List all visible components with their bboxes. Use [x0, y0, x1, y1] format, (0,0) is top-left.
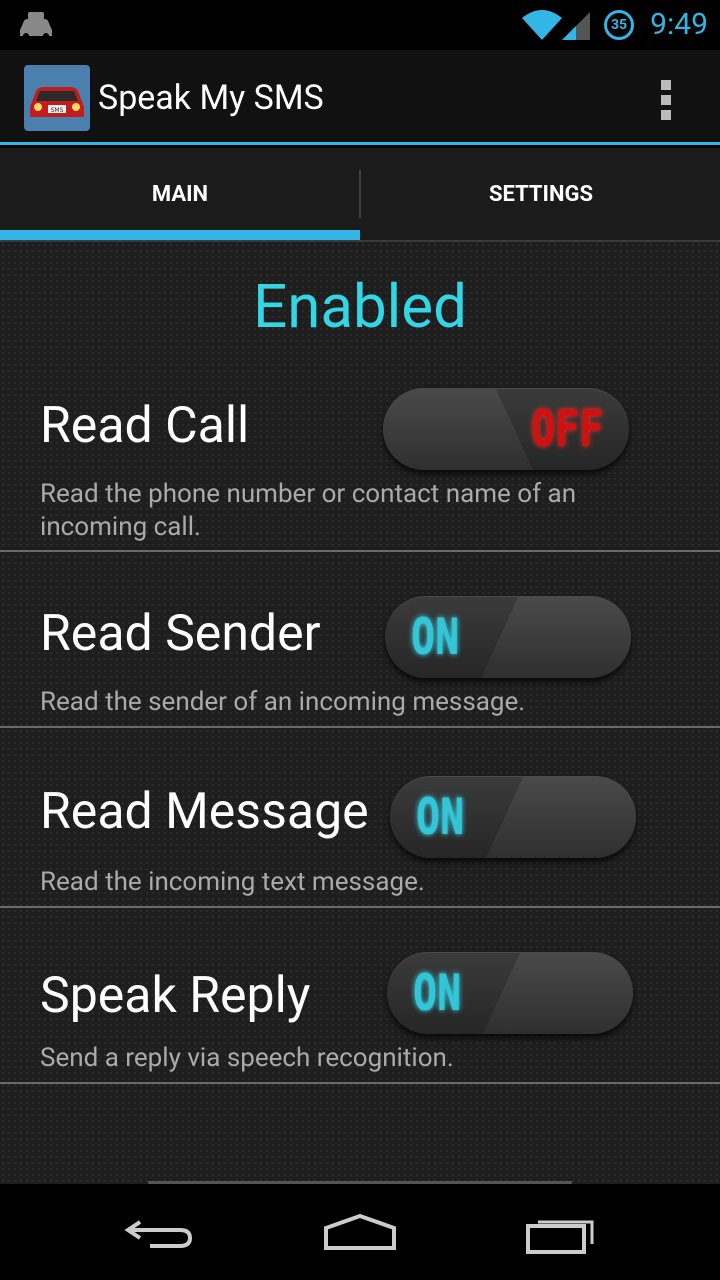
pref-read-message: Read Message ON Read the incoming text m… — [0, 728, 720, 908]
pref-title: Read Message — [40, 783, 369, 841]
clock: 9:49 — [650, 7, 708, 42]
read-message-toggle[interactable]: ON — [390, 776, 636, 858]
svg-text:SMS: SMS — [51, 107, 64, 114]
tab-main[interactable]: MAIN — [0, 148, 360, 240]
pref-speak-reply: Speak Reply ON Send a reply via speech r… — [0, 908, 720, 1084]
pref-description: Read the sender of an incoming message. — [40, 687, 526, 717]
recents-icon[interactable] — [520, 1208, 600, 1256]
pref-description: Read the phone number or contact name of… — [40, 479, 577, 542]
status-bar: 35 9:49 — [0, 0, 720, 50]
read-call-toggle[interactable]: OFF — [383, 388, 629, 470]
car-sms-app-icon[interactable]: SMS — [24, 65, 90, 131]
app-title: Speak My SMS — [98, 78, 324, 118]
toggle-knob — [486, 776, 636, 858]
pref-title: Read Sender — [40, 605, 321, 663]
toggle-knob — [483, 952, 633, 1034]
signal-icon — [562, 12, 590, 40]
tab-settings[interactable]: SETTINGS — [361, 148, 720, 240]
speak-reply-toggle[interactable]: ON — [387, 952, 633, 1034]
toggle-knob — [383, 388, 533, 470]
back-icon[interactable] — [120, 1208, 200, 1256]
pref-title: Speak Reply — [40, 967, 311, 1025]
pref-title: Read Call — [40, 397, 250, 455]
wifi-icon — [522, 10, 562, 40]
toggle-label: OFF — [530, 400, 603, 458]
pref-description: Read the incoming text message. — [40, 867, 425, 897]
tab-bar: MAIN SETTINGS — [0, 148, 720, 242]
home-icon[interactable] — [320, 1208, 400, 1256]
pref-read-sender: Read Sender ON Read the sender of an inc… — [0, 552, 720, 728]
tab-selected-indicator — [0, 230, 360, 240]
toggle-label: ON — [413, 964, 462, 1022]
toggle-label: ON — [416, 788, 465, 846]
battery-level: 35 — [610, 17, 628, 33]
pref-read-call: Read Call OFF Read the phone number or c… — [0, 384, 720, 552]
car-sms-notification-icon — [20, 12, 52, 39]
toggle-label: ON — [411, 608, 460, 666]
navigation-bar — [0, 1184, 720, 1280]
overflow-menu-icon[interactable] — [652, 78, 680, 122]
pref-description: Send a reply via speech recognition. — [40, 1043, 454, 1073]
battery-icon: 35 — [604, 10, 634, 40]
read-sender-toggle[interactable]: ON — [385, 596, 631, 678]
main-content: Enabled Read Call OFF Read the phone num… — [0, 242, 720, 1184]
action-bar: SMS Speak My SMS — [0, 50, 720, 145]
toggle-knob — [481, 596, 631, 678]
status-heading: Enabled — [253, 271, 467, 342]
